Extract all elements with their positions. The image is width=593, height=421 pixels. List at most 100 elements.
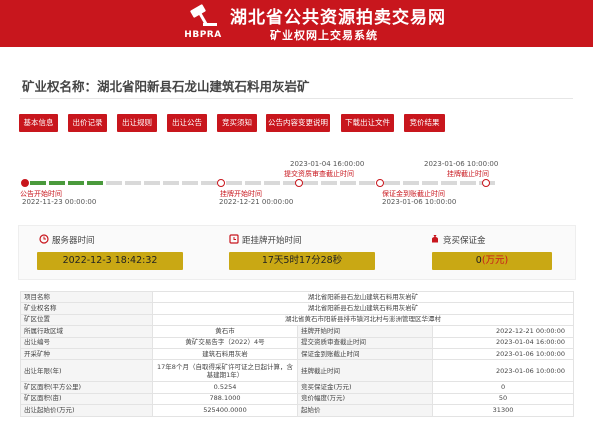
- table-cell-label: 起始价: [297, 404, 433, 417]
- table-cell-label: 出让年限(年): [20, 359, 153, 383]
- table-cell-label: 挂牌截止时间: [297, 359, 433, 383]
- timeline-segment: [226, 181, 242, 185]
- timeline-segment: [460, 181, 476, 185]
- timeline-listing-start-date: 2022-12-21 00:00:00: [219, 198, 294, 206]
- server-time-label: 服务器时间: [52, 236, 95, 246]
- table-cell-value: 31300: [431, 404, 575, 417]
- table-cell-value: 0.5254: [152, 381, 298, 394]
- title-divider: [20, 98, 573, 99]
- site-title: 湖北省公共资源拍卖交易网: [230, 8, 446, 28]
- timeline-segment: [144, 181, 160, 185]
- tab-bid-records[interactable]: 出价记录: [68, 114, 107, 132]
- timeline-listing-end-label: 挂牌截止时间: [447, 170, 489, 178]
- clock-icon: [39, 234, 49, 244]
- mine-detail-table: 项目名称 湖北省阳新县石龙山建筑石料用灰岩矿 矿业权名称 湖北省阳新县石龙山建筑…: [20, 290, 575, 417]
- table-cell-label: 保证金到账截止时间: [297, 347, 433, 361]
- timeline-dot-listing-end: [482, 179, 490, 187]
- money-bag-icon: [432, 235, 438, 243]
- table-cell-label: 所属行政区域: [20, 325, 153, 338]
- table-row: 矿业权名称 湖北省阳新县石龙山建筑石料用灰岩矿: [20, 302, 575, 315]
- table-cell-label: 提交资质审查截止时间: [297, 336, 433, 349]
- timeline-segment: [245, 181, 261, 185]
- tab-transfer-notice[interactable]: 出让公告: [167, 114, 207, 132]
- table-row: 出让年限(年) 17年8个月（自取得采矿许可证之日起计算，含基建期1年） 挂牌截…: [20, 359, 575, 383]
- timeline-segment: [201, 181, 217, 185]
- timeline-segment: [106, 181, 122, 185]
- table-cell-value: 黄石市: [152, 325, 298, 338]
- timeline-segment: [403, 181, 419, 185]
- timeline-segment: [441, 181, 457, 185]
- timeline-segment: [182, 181, 198, 185]
- timeline-deposit-date: 2023-01-06 10:00:00: [382, 198, 457, 206]
- table-cell-label: 项目名称: [20, 290, 153, 304]
- table-cell-value: 黄矿交易告字（2022）4号: [152, 336, 298, 349]
- table-row: 矿区面积(平方公里) 0.5254 竞买保证金(万元) 0: [20, 381, 575, 394]
- table-row: 所属行政区域 黄石市 挂牌开始时间 2022-12-21 00:00:00: [20, 325, 575, 338]
- logo-text: HBPRA: [184, 30, 222, 40]
- timeline-dot-listing-start: [217, 179, 225, 187]
- table-cell-label: 开采矿种: [20, 347, 153, 361]
- tab-transfer-rules[interactable]: 出让规则: [117, 114, 157, 132]
- timeline-notice-start-date: 2022-11-23 00:00:00: [22, 198, 97, 206]
- timeline-segment: [125, 181, 141, 185]
- countdown-label: 距挂牌开始时间: [242, 236, 302, 246]
- timeline-segment: [302, 181, 318, 185]
- timeline-segment: [359, 181, 375, 185]
- tab-notice-changes[interactable]: 公告内容变更说明: [266, 114, 330, 132]
- table-row: 开采矿种 建筑石料用灰岩 保证金到账截止时间 2023-01-06 10:00:…: [20, 347, 575, 361]
- table-cell-value: 2022-12-21 00:00:00: [431, 325, 575, 338]
- server-time-value: 2022-12-3 18:42:32: [37, 252, 183, 270]
- countdown-card: 距挂牌开始时间 17天5时17分28秒: [209, 226, 394, 279]
- table-row: 矿区面积(亩) 788.1000 竞价幅度(万元) 50: [20, 392, 575, 406]
- table-cell-label: 竞买保证金(万元): [297, 381, 433, 394]
- table-cell-value: 0: [431, 381, 575, 394]
- timer-icon: [229, 234, 239, 244]
- timeline-segment: [422, 181, 438, 185]
- table-cell-label: 竞价幅度(万元): [297, 392, 433, 406]
- table-cell-value: 2023-01-04 16:00:00: [431, 336, 575, 349]
- gavel-icon: [190, 4, 217, 26]
- table-cell-label: 挂牌开始时间: [297, 325, 433, 338]
- timeline-segment: [30, 181, 46, 185]
- table-cell-value: 50: [431, 392, 575, 406]
- page-title: 矿业权名称：湖北省阳新县石龙山建筑石料用灰岩矿: [22, 76, 310, 95]
- deposit-unit: (万元): [481, 255, 509, 266]
- table-cell-value: 建筑石料用灰岩: [152, 347, 298, 361]
- site-logo[interactable]: HBPRA: [175, 4, 227, 44]
- table-row: 项目名称 湖北省阳新县石龙山建筑石料用灰岩矿: [20, 290, 575, 304]
- table-cell-label: 矿区面积(平方公里): [20, 381, 153, 394]
- server-time-card: 服务器时间 2022-12-3 18:42:32: [19, 226, 204, 279]
- site-header: HBPRA 湖北省公共资源拍卖交易网 矿业权网上交易系统: [0, 0, 593, 47]
- page-title-prefix: 矿业权名称：: [22, 79, 98, 94]
- table-row: 矿区位置 湖北省黄石市阳新县排市镇河北村与澎洲管理区华潭村: [20, 313, 575, 327]
- auction-info-panel: 服务器时间 2022-12-3 18:42:32 距挂牌开始时间 17天5时17…: [18, 225, 576, 280]
- timeline-segment: [321, 181, 337, 185]
- timeline-dot-qualification: [295, 179, 303, 187]
- timeline-qualification-date: 2023-01-04 16:00:00: [290, 160, 365, 168]
- tab-bidder-notice[interactable]: 竞买须知: [217, 114, 257, 132]
- table-cell-label: 矿区位置: [20, 313, 153, 327]
- table-cell-value: 2023-01-06 10:00:00: [431, 359, 575, 383]
- table-cell-value: 湖北省黄石市阳新县排市镇河北村与澎洲管理区华潭村: [151, 313, 575, 327]
- page-title-name: 湖北省阳新县石龙山建筑石料用灰岩矿: [97, 79, 310, 94]
- timeline-qualification-label: 提交资质审查截止时间: [284, 170, 354, 178]
- deposit-label: 竞买保证金: [443, 236, 486, 246]
- table-cell-value: 525400.0000: [152, 404, 298, 417]
- table-cell-value: 湖北省阳新县石龙山建筑石料用灰岩矿: [151, 302, 575, 315]
- timeline-segment: [49, 181, 65, 185]
- timeline-segment: [68, 181, 84, 185]
- table-row: 出让起始价(万元) 525400.0000 起始价 31300: [20, 404, 575, 417]
- table-cell-label: 出让起始价(万元): [20, 404, 153, 417]
- timeline-segment: [163, 181, 179, 185]
- table-cell-value: 湖北省阳新县石龙山建筑石料用灰岩矿: [151, 290, 575, 304]
- deposit-value: 0(万元): [432, 252, 552, 270]
- tab-basic-info[interactable]: 基本信息: [19, 114, 58, 132]
- countdown-value: 17天5时17分28秒: [229, 252, 375, 270]
- table-cell-value: 788.1000: [152, 392, 298, 406]
- timeline-segment: [340, 181, 356, 185]
- timeline-segment: [384, 181, 400, 185]
- tab-bid-result[interactable]: 竞价结果: [404, 114, 445, 132]
- tab-download-documents[interactable]: 下载出让文件: [341, 114, 394, 132]
- timeline-listing-end-date: 2023-01-06 10:00:00: [424, 160, 499, 168]
- table-cell-label: 矿区面积(亩): [20, 392, 153, 406]
